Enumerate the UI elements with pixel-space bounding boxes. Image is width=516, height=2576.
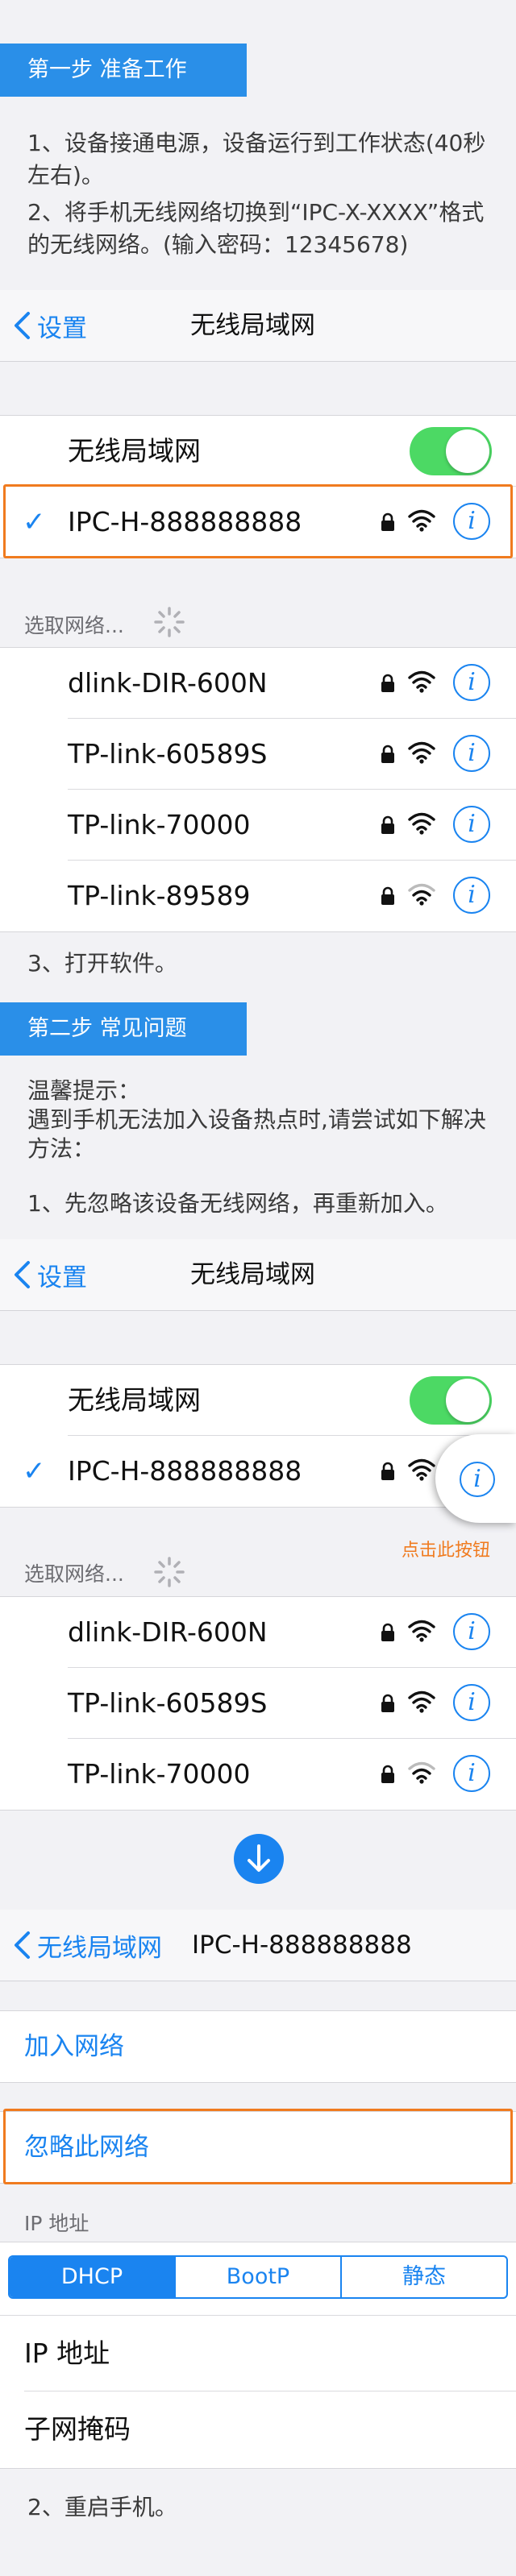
wlan-toggle-row: 无线局域网 [0, 416, 516, 487]
network-name: TP-link-60589S [68, 738, 268, 769]
back-button-2[interactable]: 设置 [13, 1239, 87, 1310]
wifi-icon [408, 1690, 435, 1713]
network-name: TP-link-60589S [68, 1687, 268, 1719]
wlan-label: 无线局域网 [68, 1384, 201, 1416]
network-row[interactable]: TP-link-89589 i [0, 861, 516, 931]
segment-dhcp[interactable]: DHCP [10, 2257, 174, 2297]
info-icon-magnified[interactable]: i [460, 1462, 495, 1497]
wlan-toggle[interactable] [410, 427, 492, 475]
nav-title-3: IPC-H-888888888 [192, 1931, 412, 1960]
network-list-2: dlink-DIR-600N i TP-link-60589S i TP-lin… [0, 1596, 516, 1811]
choose-network-label: 选取网络... [24, 614, 124, 637]
info-icon[interactable]: i [453, 1613, 490, 1650]
lock-icon [381, 1765, 394, 1783]
join-network-button[interactable]: 加入网络 [24, 2011, 124, 2082]
lock-icon [381, 674, 394, 692]
network-name: TP-link-70000 [68, 1758, 251, 1790]
chevron-left-icon [15, 312, 30, 339]
tip-body: 遇到手机无法加入设备热点时,请尝试如下解决方法： [27, 1106, 486, 1162]
wlan-label: 无线局域网 [68, 435, 201, 467]
subnet-mask-label: 子网掩码 [24, 2413, 131, 2445]
ip-mode-segmented: DHCP BootP 静态 [8, 2255, 508, 2299]
network-row[interactable]: TP-link-60589S i [0, 719, 516, 790]
nav-title-2: 无线局域网 [190, 1260, 315, 1289]
info-icon[interactable]: i [453, 806, 490, 843]
segment-bootp[interactable]: BootP [174, 2257, 340, 2297]
wifi-icon [408, 812, 435, 835]
lock-icon [381, 886, 394, 905]
connected-network-highlight [3, 484, 513, 558]
network-name: TP-link-89589 [68, 880, 251, 911]
click-hint: 点击此按钮 [402, 1541, 491, 1561]
loading-spinner-icon [154, 607, 185, 637]
forget-network-highlight [3, 2109, 513, 2184]
segment-static[interactable]: 静态 [340, 2257, 506, 2297]
lock-icon [381, 1694, 394, 1712]
final-step-text: 2、重启手机。 [27, 2494, 177, 2520]
divider [0, 2315, 516, 2316]
wifi-icon [408, 670, 435, 693]
ip-address-label: IP 地址 [24, 2337, 110, 2369]
wifi-weak-icon [408, 883, 435, 906]
back-button-1[interactable]: 设置 [13, 290, 87, 361]
tip-title: 温馨提示： [27, 1077, 141, 1104]
checkmark-icon: ✓ [23, 1455, 46, 1487]
network-list-1: dlink-DIR-600N i TP-link-60589S i TP-lin… [0, 647, 516, 932]
back-label: 设置 [37, 1263, 87, 1292]
lock-icon [381, 1623, 394, 1641]
back-label: 设置 [37, 313, 87, 343]
info-icon[interactable]: i [453, 664, 490, 701]
ip-group: DHCP BootP 静态 IP 地址 子网掩码 [0, 2242, 516, 2469]
network-name: dlink-DIR-600N [68, 667, 268, 699]
network-row[interactable]: TP-link-60589S i [0, 1668, 516, 1739]
join-network-group: 加入网络 [0, 2010, 516, 2083]
nav-title-1: 无线局域网 [190, 311, 315, 340]
wifi-weak-icon [408, 1761, 435, 1784]
info-icon[interactable]: i [453, 1684, 490, 1721]
network-row[interactable]: dlink-DIR-600N i [0, 1597, 516, 1668]
step3-text: 3、打开软件。 [27, 950, 177, 977]
network-name: TP-link-70000 [68, 809, 251, 840]
nav-bar-2: 设置 无线局域网 [0, 1239, 516, 1311]
arrow-down-icon [234, 1834, 284, 1884]
step1-line1: 1、设备接通电源，设备运行到工作状态(40秒左右)。 [27, 130, 486, 189]
wifi-icon [408, 741, 435, 764]
chevron-left-icon [15, 1931, 30, 1959]
ip-section-label: IP 地址 [24, 2212, 89, 2235]
info-icon[interactable]: i [453, 877, 490, 914]
lock-icon [381, 1462, 394, 1480]
nav-bar-3: 无线局域网 IPC-H-888888888 [0, 1910, 516, 1981]
back-label: 无线局域网 [37, 1933, 162, 1963]
network-name: dlink-DIR-600N [68, 1616, 268, 1648]
wlan-toggle-row: 无线局域网 [0, 1365, 516, 1436]
network-row[interactable]: TP-link-70000 i [0, 790, 516, 861]
info-icon[interactable]: i [453, 735, 490, 772]
lock-icon [381, 815, 394, 834]
choose-network-label: 选取网络... [24, 1562, 124, 1586]
network-row[interactable]: TP-link-70000 i [0, 1739, 516, 1810]
wlan-toggle[interactable] [410, 1376, 492, 1425]
connected-network-name: IPC-H-888888888 [68, 1455, 302, 1487]
chevron-left-icon [15, 1261, 30, 1288]
back-button-3[interactable]: 无线局域网 [13, 1910, 162, 1981]
nav-bar-1: 设置 无线局域网 [0, 290, 516, 362]
loading-spinner-icon [154, 1557, 185, 1587]
info-icon[interactable]: i [453, 1755, 490, 1792]
wifi-icon [408, 1458, 435, 1481]
step1-line2: 2、将手机无线网络切换到“IPC-X-XXXX”格式的无线网络。(输入密码：12… [27, 199, 485, 258]
wifi-icon [408, 1620, 435, 1642]
solution1-text: 1、先忽略该设备无线网络，再重新加入。 [27, 1190, 448, 1217]
network-row[interactable]: dlink-DIR-600N i [0, 648, 516, 719]
lock-icon [381, 745, 394, 763]
step2-tag: 第二步 常见问题 [0, 1002, 247, 1056]
step1-tag: 第一步 准备工作 [0, 44, 247, 97]
